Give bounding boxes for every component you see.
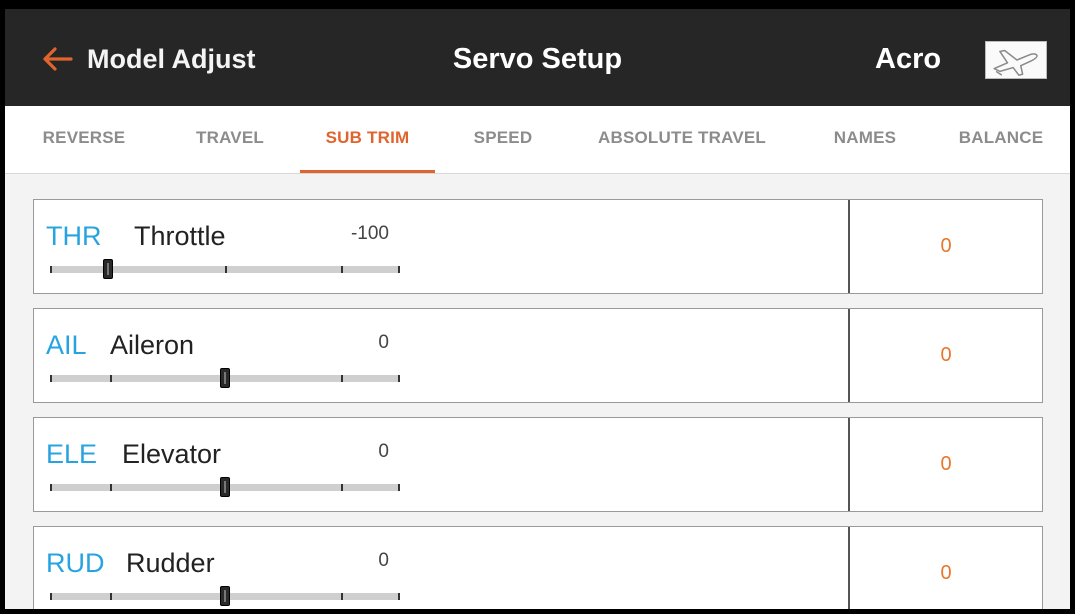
channel-code: AIL <box>46 330 87 360</box>
tab-balance[interactable]: BALANCE <box>937 106 1065 173</box>
slider-tick <box>398 593 400 600</box>
sub-trim-value: 0 <box>940 344 952 366</box>
back-button[interactable]: Model Adjust <box>41 39 256 79</box>
slider-tick <box>398 266 400 273</box>
slider-tick <box>50 266 52 273</box>
slider-thumb[interactable] <box>220 586 230 606</box>
app-frame: Model Adjust Servo Setup Acro REVERSE TRA… <box>0 0 1075 614</box>
channel-slider-panel[interactable]: ELE Elevator 0 <box>34 418 849 511</box>
slider-tick <box>110 593 112 600</box>
channel-slider[interactable] <box>50 259 400 279</box>
channel-slider-panel[interactable]: RUD Rudder 0 <box>34 527 849 609</box>
channel-name: Throttle <box>134 221 226 251</box>
channel-name: Rudder <box>126 548 215 578</box>
tab-bar: REVERSE TRAVEL SUB TRIM SPEED ABSOLUTE TRAVE… <box>5 106 1070 174</box>
sub-trim-value: 0 <box>940 235 952 257</box>
channel-slider-panel[interactable]: AIL Aileron 0 <box>34 309 849 402</box>
sub-trim-value: 0 <box>940 562 952 584</box>
channel-row: THR Throttle -100 0 <box>33 199 1043 294</box>
slider-thumb[interactable] <box>103 259 113 279</box>
slider-tick <box>341 375 343 382</box>
slider-tick <box>225 266 227 273</box>
channel-slider[interactable] <box>50 477 400 497</box>
tab-reverse[interactable]: REVERSE <box>25 106 143 173</box>
channel-row: AIL Aileron 0 0 <box>33 308 1043 403</box>
sub-trim-value-button[interactable]: 0 <box>850 527 1042 609</box>
channel-name: Elevator <box>122 439 222 469</box>
channel-row: ELE Elevator 0 0 <box>33 417 1043 512</box>
tab-sub-trim[interactable]: SUB TRIM <box>300 106 435 173</box>
slider-tick <box>341 484 343 491</box>
slider-tick <box>110 484 112 491</box>
sub-trim-value-button[interactable]: 0 <box>850 309 1042 402</box>
channel-value: 0 <box>378 550 389 571</box>
slider-tick <box>110 375 112 382</box>
slider-thumb[interactable] <box>220 368 230 388</box>
channel-value: -100 <box>350 223 389 244</box>
slider-tick <box>50 375 52 382</box>
channel-code: THR <box>46 221 102 251</box>
header-bar: Model Adjust Servo Setup Acro <box>5 9 1070 106</box>
model-name: Acro <box>875 43 942 75</box>
channel-slider[interactable] <box>50 586 400 606</box>
channel-code: ELE <box>46 439 98 469</box>
sub-trim-value-button[interactable]: 0 <box>850 200 1042 293</box>
slider-tick <box>50 484 52 491</box>
tab-speed[interactable]: SPEED <box>453 106 553 173</box>
sub-trim-value-button[interactable]: 0 <box>850 418 1042 511</box>
channel-slider[interactable] <box>50 368 400 388</box>
slider-tick <box>341 593 343 600</box>
back-arrow-icon <box>43 47 73 71</box>
slider-tick <box>341 266 343 273</box>
channel-name: Aileron <box>110 330 195 360</box>
slider-tick <box>50 593 52 600</box>
slider-tick <box>398 375 400 382</box>
back-label: Model Adjust <box>87 43 256 74</box>
channel-row: RUD Rudder 0 0 <box>33 526 1043 609</box>
tab-absolute-travel[interactable]: ABSOLUTE TRAVEL <box>571 106 793 173</box>
channel-slider-panel[interactable]: THR Throttle -100 <box>34 200 849 293</box>
tab-names[interactable]: NAMES <box>813 106 917 173</box>
channel-list: THR Throttle -100 0 AIL Aileron 0 0 ELE Elevator 0… <box>33 199 1043 609</box>
sub-trim-value: 0 <box>940 453 952 475</box>
channel-code: RUD <box>46 548 105 578</box>
page-title: Servo Setup <box>452 43 623 75</box>
channel-value: 0 <box>378 332 389 353</box>
slider-thumb[interactable] <box>220 477 230 497</box>
airplane-icon[interactable] <box>985 41 1047 79</box>
channel-value: 0 <box>378 441 389 462</box>
tab-travel[interactable]: TRAVEL <box>175 106 285 173</box>
slider-tick <box>398 484 400 491</box>
